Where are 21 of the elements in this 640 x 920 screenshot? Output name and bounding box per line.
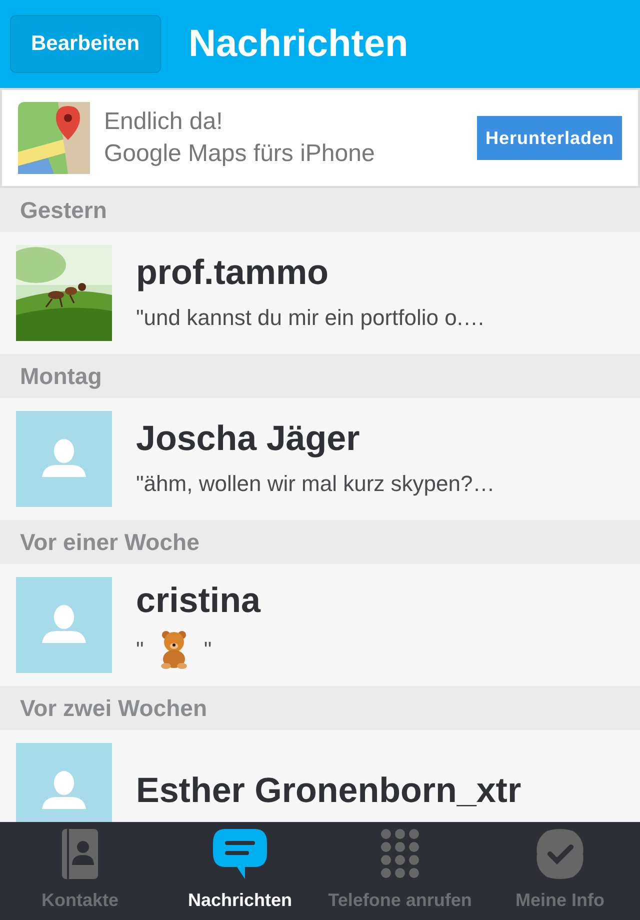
- section-header: Vor einer Woche: [0, 520, 640, 564]
- contact-name: Joscha Jäger: [136, 418, 361, 458]
- contact-name: prof.tammo: [136, 252, 330, 292]
- chat-bubble-icon: [211, 827, 269, 879]
- section-header: Montag: [0, 354, 640, 398]
- tab[interactable]: Nachrichten: [160, 822, 320, 920]
- message-preview: "ähm, wollen wir mal kurz skypen?…: [136, 470, 495, 498]
- dialpad-icon: [380, 829, 420, 879]
- quote-mark: ": [204, 636, 212, 664]
- section-header: Vor zwei Wochen: [0, 686, 640, 730]
- contact-name: Esther Gronenborn_xtr: [136, 771, 522, 811]
- ad-headline: Endlich da!: [104, 107, 224, 137]
- ad-subline: Google Maps fürs iPhone: [104, 139, 376, 169]
- contact-name: cristina: [136, 581, 260, 621]
- section-header: Gestern: [0, 188, 640, 232]
- map-app-icon: [18, 102, 90, 174]
- screen-title: Nachrichten: [188, 22, 408, 66]
- quote-mark: ": [136, 636, 144, 664]
- contact-book-icon: [60, 829, 100, 879]
- message-preview: "und kannst du mir ein portfolio o.…: [136, 304, 485, 332]
- check-badge-icon: [535, 829, 585, 879]
